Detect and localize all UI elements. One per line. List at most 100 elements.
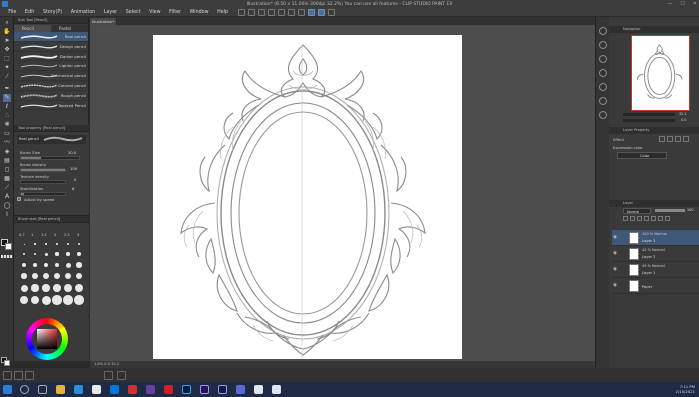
snap-to-grid-icon[interactable] [328,8,336,16]
menu-help[interactable]: Help [213,10,233,15]
effect-tone-button[interactable] [667,136,673,142]
brush-size-preset[interactable] [32,273,38,279]
search-icon[interactable] [599,83,607,91]
brush-size-preset[interactable] [22,263,26,267]
adjust-by-speed-checkbox[interactable] [17,197,21,201]
brush-design-pencil[interactable]: Design pencil [14,42,88,52]
brush-size-preset[interactable] [64,284,72,292]
rotation-slider[interactable] [623,119,675,122]
effect-mask-button[interactable] [683,136,689,142]
saturation-value-square[interactable] [37,329,57,349]
stabilization-value[interactable]: 6 [72,186,74,191]
start-icon[interactable] [3,385,12,394]
brush-size-preset[interactable] [63,295,73,305]
zoom-slider[interactable] [623,113,675,116]
photos-icon[interactable] [146,385,155,394]
brush-size-preset[interactable] [54,262,60,268]
photoshop-icon[interactable] [182,385,191,394]
animation-icon[interactable] [25,371,34,380]
snap-to-special-ruler-icon[interactable] [318,8,326,16]
redo-icon[interactable] [268,8,276,16]
stabilization-slider[interactable] [20,192,66,196]
brush-size-preset[interactable] [65,262,71,268]
sub-color-mini[interactable] [4,360,10,366]
snap-to-ruler-icon[interactable] [308,8,316,16]
save-icon[interactable] [248,8,256,16]
brush-size-preset[interactable] [19,295,29,305]
brush-size-preset[interactable] [64,272,72,280]
brush-size-preset[interactable] [77,242,81,246]
brush-size-value[interactable]: 20.0 [68,150,76,155]
brush-mechanical-pencil[interactable]: Mechanical pencil [14,71,88,81]
brush-density-value[interactable]: 100 [70,166,77,171]
layer-icon[interactable] [3,371,12,380]
undo-icon[interactable] [258,8,266,16]
brush-size-preset[interactable] [74,283,84,293]
zoom-in-icon[interactable] [117,371,126,380]
tab-pastel[interactable]: Pastel [51,25,88,32]
zoom-tool-icon[interactable]: ⌕ [3,19,11,27]
brush-size-preset[interactable] [45,243,47,245]
eyedropper-tool-icon[interactable]: ⁄ [3,73,11,81]
brush-size-preset[interactable] [53,284,61,292]
menu-layer[interactable]: Layer [99,10,121,15]
minimize-button[interactable]: — [667,1,672,7]
effect-color-button[interactable] [675,136,681,142]
menu-view[interactable]: View [145,10,165,15]
brush-rough-pencil[interactable]: Rough pencil [14,91,88,101]
brush-size-preset[interactable] [31,284,39,292]
canvas-area[interactable] [90,25,595,361]
menu-window[interactable]: Window [185,10,213,15]
rotation-value[interactable]: 0.0 [681,118,686,122]
brush-size-preset[interactable] [34,243,36,245]
document-tab[interactable]: Illustration* [90,18,116,25]
menu-select[interactable]: Select [121,10,144,15]
brush-darker-pencil[interactable]: Darker pencil [14,52,88,62]
brush-size-preset[interactable] [23,243,25,245]
clip-icon[interactable] [623,216,628,221]
deselect-icon[interactable] [298,8,306,16]
decoration-tool-icon[interactable]: ❋ [3,121,11,129]
discord-icon[interactable] [236,385,245,394]
balloon-tool-icon[interactable]: ◯ [3,202,11,210]
brush-size-preset[interactable] [33,252,37,256]
brush-size-preset[interactable] [74,295,84,305]
undo-history-icon[interactable] [14,371,23,380]
after-effects-icon[interactable] [218,385,227,394]
transparent-color-swatch[interactable] [1,255,13,258]
close-button[interactable]: ✕ [693,1,697,7]
menu-animation[interactable]: Animation [66,10,99,15]
mail-icon[interactable] [74,385,83,394]
blend-mode-select[interactable]: Normal [623,208,651,214]
file-explorer-icon[interactable] [56,385,65,394]
new-file-icon[interactable] [238,8,246,16]
brush-size-slider[interactable] [20,156,80,160]
layer-row-2[interactable]: ◉ 42 % Normal Layer 2 [612,246,699,262]
item-bank-icon[interactable] [599,69,607,77]
maximize-button[interactable]: ☐ [680,1,684,7]
brush-size-preset[interactable] [67,243,69,245]
selection-tool-icon[interactable]: ⬚ [3,55,11,63]
clear-icon[interactable] [278,8,286,16]
system-clock[interactable]: 7:11 PM 2/15/2021 [676,384,695,395]
brush-colored-pencil[interactable]: Colored pencil [14,81,88,91]
opacity-value[interactable]: 100 [687,208,693,212]
gear-icon[interactable] [599,97,607,105]
correct-line-tool-icon[interactable]: ⌇ [3,211,11,219]
sub-view-icon[interactable] [599,41,607,49]
brush-size-preset[interactable] [52,295,62,305]
text-tool-icon[interactable]: A [3,193,11,201]
brush-size-preset[interactable] [32,262,38,268]
mask-icon[interactable] [651,216,656,221]
eraser-tool-icon[interactable]: ▭ [3,130,11,138]
frame-border-tool-icon[interactable]: ▦ [3,175,11,183]
eye-icon[interactable]: ◉ [613,283,617,288]
ruler-tool-icon[interactable]: ⟋ [3,184,11,192]
sub-color-swatch[interactable] [5,243,12,250]
menu-story[interactable]: Story(P) [39,10,67,15]
figure-tool-icon[interactable]: ◻ [3,166,11,174]
tab-pencil[interactable]: Pencil [14,25,51,32]
brush-size-preset[interactable] [75,272,83,280]
texture-density-value[interactable]: 0 [74,177,76,182]
chrome-icon[interactable] [92,385,101,394]
